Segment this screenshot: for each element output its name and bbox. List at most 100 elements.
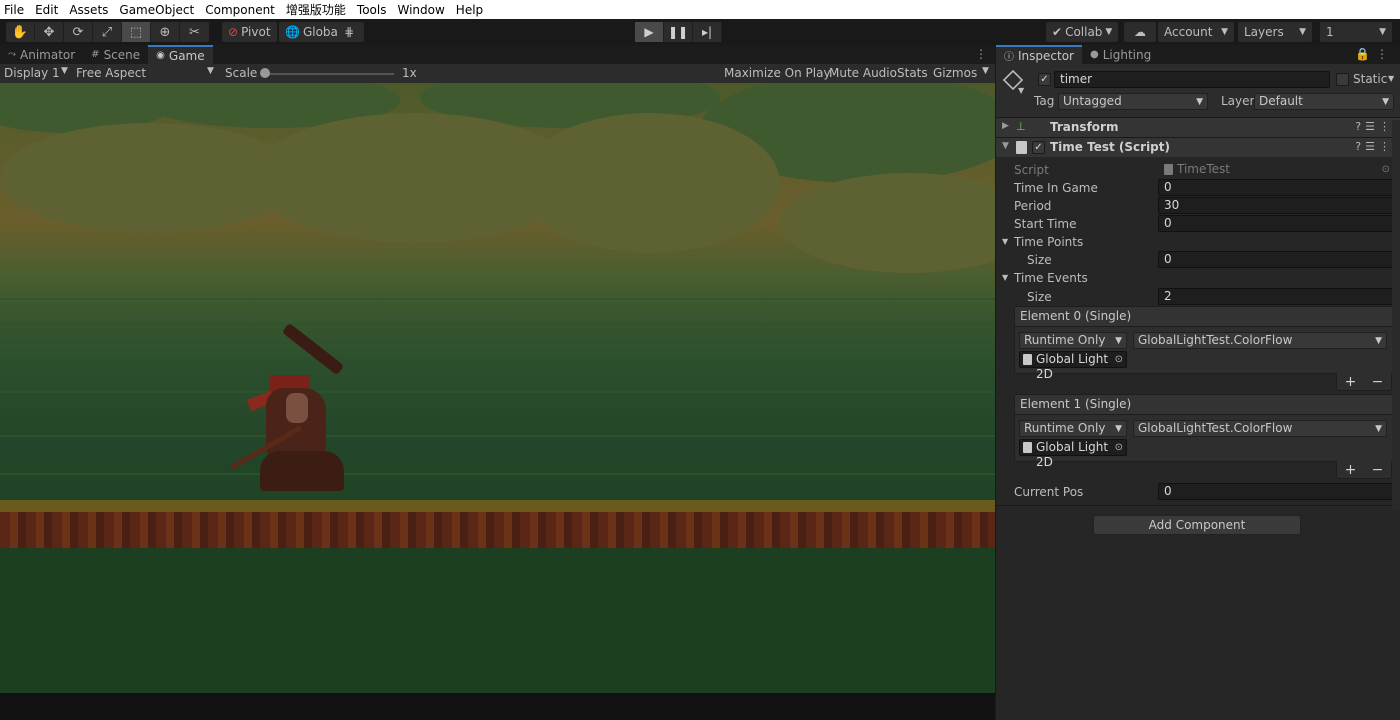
time-points-size-label: Size	[1027, 253, 1052, 267]
script-enabled-checkbox[interactable]: ✓	[1032, 141, 1045, 154]
inspector-panel: ⓘ Inspector ● Lighting 🔒⋮ ▼ ✓ timer Stat…	[996, 45, 1400, 720]
object-icon	[1023, 354, 1032, 365]
step-icon[interactable]: ▸|	[693, 22, 722, 42]
time-events-size-label: Size	[1027, 290, 1052, 304]
function-dropdown[interactable]: GlobalLightTest.ColorFlow ▼	[1133, 332, 1387, 349]
tab-game[interactable]: ◉ Game	[148, 45, 213, 64]
pivot-button[interactable]: ⊘ Pivot	[222, 22, 277, 42]
time-points-label[interactable]: Time Points	[1014, 235, 1083, 249]
maximize-on-play-toggle[interactable]: Maximize On Play	[724, 66, 831, 80]
period-label: Period	[1014, 199, 1052, 213]
tab-lighting[interactable]: ● Lighting	[1082, 45, 1159, 64]
layout-dropdown[interactable]: 1 ▼	[1320, 22, 1392, 42]
time-points-size-field[interactable]: 0	[1158, 251, 1394, 268]
menu-gameobject[interactable]: GameObject	[119, 3, 194, 17]
menu-window[interactable]: Window	[397, 3, 444, 17]
tag-dropdown[interactable]: Untagged ▼	[1058, 93, 1208, 110]
cloud-icon[interactable]: ☁	[1124, 22, 1156, 42]
start-time-field[interactable]: 0	[1158, 215, 1394, 232]
rect-icon[interactable]: ⬚	[122, 22, 151, 42]
chevron-down-icon: ▼	[1375, 424, 1382, 434]
tab-animator[interactable]: ⤳ Animator	[0, 45, 83, 64]
runtime-mode-dropdown[interactable]: Runtime Only ▼	[1019, 332, 1127, 349]
layer-label: Layer	[1221, 94, 1255, 108]
object-name-field[interactable]: timer	[1054, 71, 1330, 88]
scale-icon[interactable]: ⤢	[93, 22, 122, 42]
chevron-down-icon[interactable]: ▼	[1002, 273, 1008, 282]
move-icon[interactable]: ✥	[35, 22, 64, 42]
add-component-button[interactable]: Add Component	[1093, 515, 1301, 535]
chevron-down-icon: ▼	[1379, 27, 1386, 37]
tab-inspector[interactable]: ⓘ Inspector	[996, 45, 1082, 64]
menu-tools[interactable]: Tools	[357, 3, 387, 17]
scale-slider-track[interactable]	[264, 73, 394, 75]
chevron-down-icon[interactable]: ▼	[1002, 141, 1009, 151]
menu-assets[interactable]: Assets	[69, 3, 108, 17]
scale-label: Scale	[225, 66, 258, 80]
game-view-toolbar: Display 1 ▼ Free Aspect ▼ Scale 1x Maxim…	[0, 64, 995, 83]
global-button[interactable]: 🌐 Global	[279, 22, 348, 42]
account-dropdown[interactable]: Account ▼	[1158, 22, 1234, 42]
chevron-down-icon: ▼	[1382, 97, 1389, 107]
chevron-down-icon[interactable]: ▼	[1002, 237, 1008, 246]
stats-toggle[interactable]: Stats	[897, 66, 928, 80]
inspector-scrollbar[interactable]	[1392, 120, 1400, 510]
aspect-dropdown[interactable]: Free Aspect	[76, 66, 146, 80]
plus-icon[interactable]: +	[1345, 462, 1357, 478]
scale-slider-handle[interactable]	[260, 68, 270, 78]
minus-icon[interactable]: −	[1372, 374, 1384, 390]
script-component-header[interactable]: ▼ ✓ Time Test (Script) ?☰⋮	[996, 137, 1400, 157]
transform-component-header[interactable]: ▶ ⊥ Transform ?☰⋮	[996, 117, 1400, 137]
display-dropdown[interactable]: Display 1	[4, 66, 60, 80]
component-options-icon[interactable]: ?☰⋮	[1355, 140, 1394, 153]
layer-dropdown[interactable]: Default ▼	[1254, 93, 1394, 110]
time-in-game-field[interactable]: 0	[1158, 179, 1394, 196]
component-options-icon[interactable]: ?☰⋮	[1355, 120, 1394, 133]
horizon-band	[0, 353, 995, 355]
face	[286, 393, 308, 423]
element-1-header[interactable]: Element 1 (Single)	[1015, 395, 1395, 415]
collab-button[interactable]: ✔ Collab ▼	[1046, 22, 1119, 42]
element-0-header[interactable]: Element 0 (Single)	[1015, 307, 1395, 327]
active-checkbox[interactable]: ✓	[1038, 73, 1051, 86]
custom-tool-icon[interactable]: ✂	[180, 22, 209, 42]
time-events-label[interactable]: Time Events	[1014, 271, 1088, 285]
menu-enhanced[interactable]: 增强版功能	[286, 1, 346, 18]
static-checkbox[interactable]	[1336, 73, 1349, 86]
ground-grass	[0, 500, 995, 512]
rotate-icon[interactable]: ⟳	[64, 22, 93, 42]
mute-audio-toggle[interactable]: Mute Audio	[829, 66, 897, 80]
object-picker-icon[interactable]: ⊙	[1115, 352, 1123, 367]
function-dropdown[interactable]: GlobalLightTest.ColorFlow ▼	[1133, 420, 1387, 437]
menu-component[interactable]: Component	[205, 3, 275, 17]
gizmos-dropdown[interactable]: Gizmos	[933, 66, 977, 80]
period-field[interactable]: 30	[1158, 197, 1394, 214]
play-icon[interactable]: ▶	[635, 22, 664, 42]
menu-file[interactable]: File	[4, 3, 24, 17]
layers-dropdown[interactable]: Layers ▼	[1238, 22, 1312, 42]
hand-icon[interactable]: ✋	[6, 22, 35, 42]
current-pos-field[interactable]: 0	[1158, 483, 1394, 500]
runtime-mode-dropdown[interactable]: Runtime Only ▼	[1019, 420, 1127, 437]
chevron-right-icon[interactable]: ▶	[1002, 121, 1009, 131]
transform-icon: ⊥	[1016, 120, 1026, 133]
transform-icon[interactable]: ⊕	[151, 22, 180, 42]
object-picker-icon[interactable]: ⊙	[1115, 440, 1123, 455]
pause-icon[interactable]: ❚❚	[664, 22, 693, 42]
time-events-size-field[interactable]: 2	[1158, 288, 1394, 305]
game-panel: ⤳ Animator # Scene ◉ Game ⋮ Display 1 ▼ …	[0, 45, 995, 720]
plus-icon[interactable]: +	[1345, 374, 1357, 390]
game-viewport[interactable]	[0, 83, 995, 720]
target-object-field[interactable]: Global Light 2D ⊙	[1019, 439, 1127, 469]
lock-icon[interactable]: 🔒⋮	[1355, 47, 1394, 61]
tab-scene[interactable]: # Scene	[83, 45, 148, 64]
chevron-down-icon[interactable]: ▼	[1388, 74, 1394, 83]
menu-edit[interactable]: Edit	[35, 3, 58, 17]
menu-help[interactable]: Help	[456, 3, 483, 17]
more-options-icon[interactable]: ⋮	[975, 47, 987, 61]
grid-snap-icon[interactable]: ⋕	[338, 22, 364, 42]
minus-icon[interactable]: −	[1372, 462, 1384, 478]
chevron-down-icon[interactable]: ▼	[1018, 86, 1024, 95]
target-object-field[interactable]: Global Light 2D ⊙	[1019, 351, 1127, 381]
start-time-label: Start Time	[1014, 217, 1077, 231]
